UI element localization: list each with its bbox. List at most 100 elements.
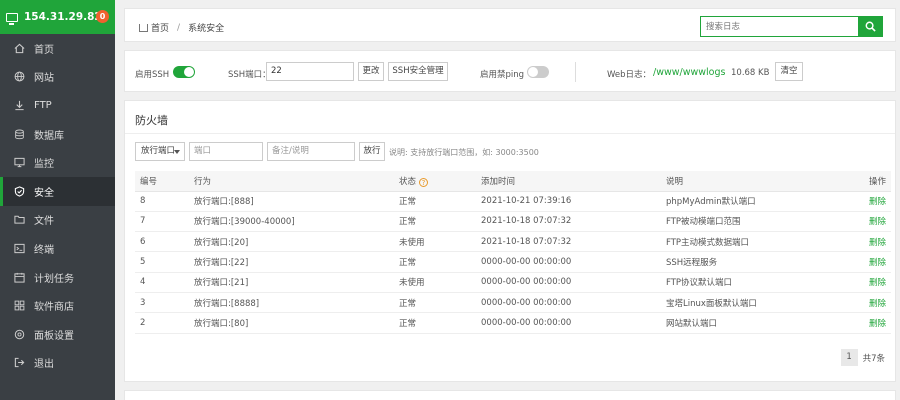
table-cell: 2021-10-18 07:07:32 bbox=[476, 231, 661, 253]
table-cell: 6 bbox=[135, 231, 189, 253]
table-cell: SSH远程服务 bbox=[661, 251, 841, 273]
delete-link[interactable]: 删除 bbox=[869, 278, 886, 288]
log-search bbox=[700, 16, 883, 37]
table-cell: 放行端口:[39000-40000] bbox=[189, 211, 394, 233]
table-cell-op: 删除 bbox=[841, 312, 891, 334]
server-ip: 154.31.29.82 bbox=[24, 11, 102, 23]
table-cell-op: 删除 bbox=[841, 292, 891, 314]
sidebar-item-8[interactable]: 计划任务 bbox=[0, 263, 115, 292]
ssh-toggle[interactable] bbox=[173, 66, 195, 78]
table-cell: 放行端口:[22] bbox=[189, 251, 394, 273]
col-status-label: 状态 bbox=[399, 176, 417, 187]
page-number[interactable]: 1 bbox=[840, 349, 858, 366]
breadcrumb: 首页 / 系统安全 bbox=[139, 21, 224, 34]
firewall-panel: 防火墙 放行端口 端口 备注/说明 放行 说明: 支持放行端口范围，如: 300… bbox=[124, 100, 896, 382]
breadcrumb-separator: / bbox=[177, 22, 181, 33]
shield-icon bbox=[14, 186, 25, 197]
sidebar-item-3[interactable]: 数据库 bbox=[0, 120, 115, 149]
sidebar-item-label: 监控 bbox=[34, 159, 54, 171]
rule-type-select[interactable]: 放行端口 bbox=[135, 142, 185, 161]
table-cell: 2 bbox=[135, 312, 189, 334]
globe-icon bbox=[14, 71, 25, 82]
change-port-button[interactable]: 更改 bbox=[358, 62, 384, 81]
table-cell: 正常 bbox=[394, 251, 476, 273]
sidebar-item-2[interactable]: FTP bbox=[0, 91, 115, 120]
table-body: 8 放行端口:[888] 正常 2021-10-21 07:39:16 phpMyAdm… bbox=[135, 191, 891, 334]
table-row: 3 放行端口:[8888] 正常 0000-00-00 00:00:00 宝塔Linux… bbox=[135, 292, 891, 314]
sidebar-item-label: 首页 bbox=[34, 44, 54, 56]
table-row: 8 放行端口:[888] 正常 2021-10-21 07:39:16 phpMyAdm… bbox=[135, 191, 891, 212]
sidebar-item-label: 软件商店 bbox=[34, 302, 74, 314]
breadcrumb-current: 系统安全 bbox=[188, 24, 225, 34]
sidebar-item-label: FTP bbox=[34, 99, 52, 111]
firewall-table: 编号 行为 状态? 添加时间 说明 操作 8 放行端口:[888] 正常 2021-1… bbox=[135, 171, 891, 334]
delete-link[interactable]: 删除 bbox=[869, 217, 886, 227]
server-header[interactable]: 154.31.29.82 0 bbox=[0, 0, 115, 34]
search-button[interactable] bbox=[858, 17, 882, 36]
breadcrumb-home[interactable]: 首页 bbox=[151, 21, 169, 34]
sidebar-item-10[interactable]: 面板设置 bbox=[0, 320, 115, 349]
ftp-icon bbox=[14, 100, 25, 111]
divider bbox=[125, 133, 895, 134]
ssh-toggle-label: 启用SSH bbox=[135, 70, 170, 80]
delete-link[interactable]: 删除 bbox=[869, 258, 886, 268]
delete-link[interactable]: 删除 bbox=[869, 299, 886, 309]
log-search-input[interactable] bbox=[701, 17, 858, 36]
sidebar-item-11[interactable]: 退出 bbox=[0, 349, 115, 378]
delete-link[interactable]: 删除 bbox=[869, 197, 886, 207]
table-cell: 宝塔Linux面板默认端口 bbox=[661, 292, 841, 314]
table-cell: FTP主动模式数据端口 bbox=[661, 231, 841, 253]
port-input[interactable]: 端口 bbox=[189, 142, 263, 161]
col-status: 状态? bbox=[394, 171, 476, 192]
table-row: 5 放行端口:[22] 正常 0000-00-00 00:00:00 SSH远程服务 删除 bbox=[135, 251, 891, 273]
divider bbox=[575, 62, 576, 82]
search-icon bbox=[865, 21, 876, 32]
sidebar-item-1[interactable]: 网站 bbox=[0, 63, 115, 92]
delete-link[interactable]: 删除 bbox=[869, 319, 886, 329]
table-cell: 正常 bbox=[394, 312, 476, 334]
sidebar-item-label: 面板设置 bbox=[34, 330, 74, 342]
calendar-icon bbox=[14, 272, 25, 283]
sidebar-item-9[interactable]: 软件商店 bbox=[0, 291, 115, 320]
ping-toggle[interactable] bbox=[527, 66, 549, 78]
table-cell: 放行端口:[20] bbox=[189, 231, 394, 253]
table-cell-op: 删除 bbox=[841, 231, 891, 253]
sidebar-item-5[interactable]: 安全 bbox=[0, 176, 115, 206]
security-settings-bar: 启用SSH SSH端口： 22 更改 SSH安全管理 启用禁ping Web日志… bbox=[124, 50, 896, 92]
notification-badge[interactable]: 0 bbox=[96, 10, 109, 23]
table-cell: 放行端口:[21] bbox=[189, 272, 394, 293]
sidebar-item-6[interactable]: 文件 bbox=[0, 206, 115, 235]
table-cell-op: 删除 bbox=[841, 211, 891, 233]
table-cell: 放行端口:[8888] bbox=[189, 292, 394, 314]
sidebar-item-7[interactable]: 终端 bbox=[0, 234, 115, 263]
sidebar-item-label: 计划任务 bbox=[34, 273, 74, 285]
col-note: 说明 bbox=[661, 171, 841, 192]
table-cell: 0000-00-00 00:00:00 bbox=[476, 312, 661, 334]
table-row: 4 放行端口:[21] 未使用 0000-00-00 00:00:00 FTP协议默认端… bbox=[135, 272, 891, 293]
sidebar-menu: 首页网站 FTP 数据库监控安全文件终端计划任务软件商店面板设置退出 bbox=[0, 34, 115, 377]
monitor-icon bbox=[6, 12, 18, 25]
total-count: 共7条 bbox=[862, 353, 885, 364]
weblog-label: Web日志： bbox=[607, 70, 652, 80]
table-cell: 正常 bbox=[394, 191, 476, 212]
sidebar-item-0[interactable]: 首页 bbox=[0, 34, 115, 63]
col-id: 编号 bbox=[135, 171, 189, 192]
allow-port-button[interactable]: 放行 bbox=[359, 142, 385, 161]
help-icon[interactable]: ? bbox=[419, 177, 429, 187]
table-cell-op: 删除 bbox=[841, 251, 891, 273]
weblog-path[interactable]: /www/wwwlogs bbox=[653, 67, 725, 78]
note-input[interactable]: 备注/说明 bbox=[267, 142, 355, 161]
toggle-knob bbox=[528, 67, 538, 77]
ssh-security-button[interactable]: SSH安全管理 bbox=[388, 62, 448, 81]
table-cell: 未使用 bbox=[394, 272, 476, 293]
sidebar-item-label: 文件 bbox=[34, 216, 54, 228]
table-cell: 正常 bbox=[394, 211, 476, 233]
ping-toggle-label: 启用禁ping bbox=[480, 70, 525, 80]
sidebar-item-4[interactable]: 监控 bbox=[0, 148, 115, 177]
rule-type-value: 放行端口 bbox=[141, 146, 176, 156]
clear-log-button[interactable]: 清空 bbox=[775, 62, 803, 81]
ssh-port-input[interactable]: 22 bbox=[266, 62, 354, 81]
table-cell: FTP被动模端口范围 bbox=[661, 211, 841, 233]
delete-link[interactable]: 删除 bbox=[869, 238, 886, 248]
col-time: 添加时间 bbox=[476, 171, 661, 192]
